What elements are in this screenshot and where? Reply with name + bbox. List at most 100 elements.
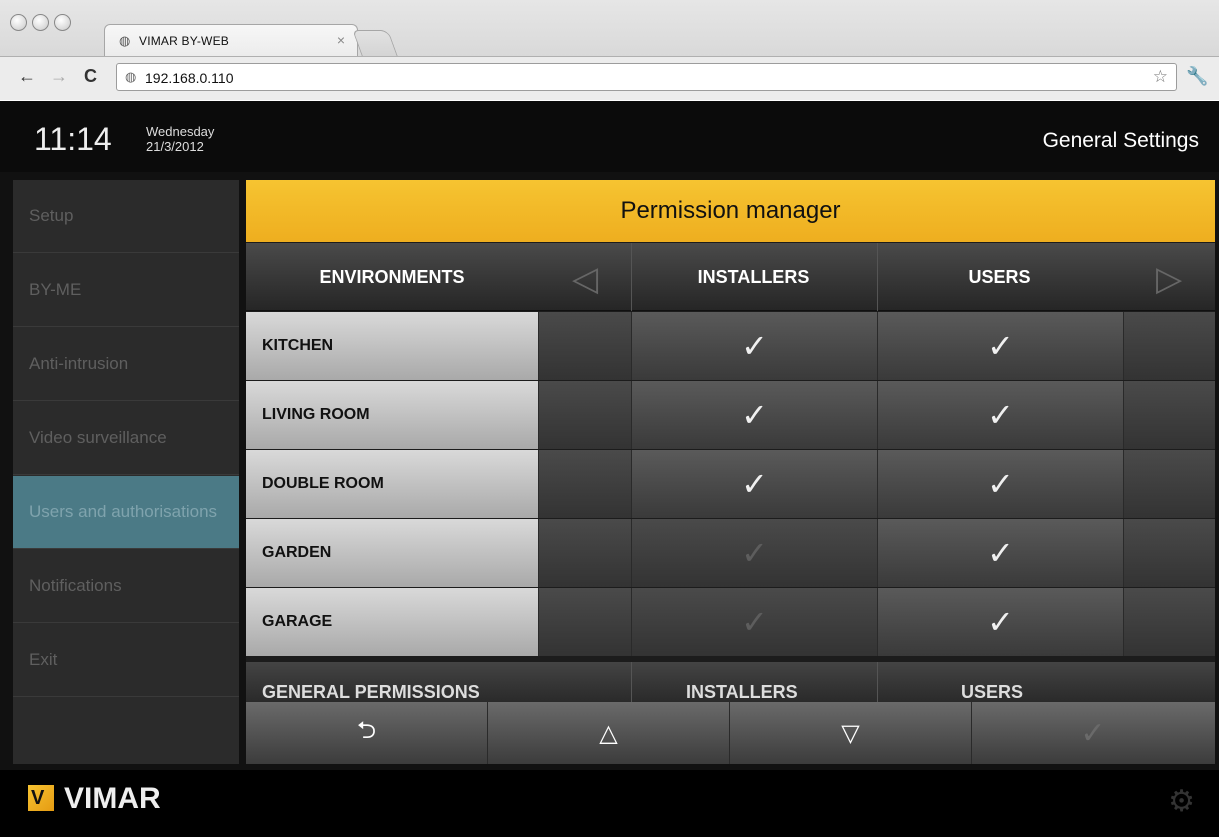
weekday: Wednesday [146, 124, 215, 139]
users-permission-toggle[interactable]: ✓ [877, 519, 1123, 587]
permission-panel: Permission manager ENVIRONMENTS ◁ INSTAL… [246, 180, 1215, 764]
prev-columns-icon[interactable]: ◁ [572, 259, 598, 299]
browser-tab[interactable]: ◍ VIMAR BY-WEB × [104, 24, 358, 56]
action-bar: ⮌ △ ▽ ✓ [246, 702, 1215, 764]
minimize-window-button[interactable] [32, 14, 49, 31]
installers-permission-toggle[interactable]: ✓ [631, 381, 877, 449]
general-permissions-label: GENERAL PERMISSIONS [262, 682, 480, 702]
close-tab-icon[interactable]: × [337, 32, 345, 48]
reload-icon[interactable]: C [84, 66, 97, 87]
installers-permission-toggle[interactable]: ✓ [631, 312, 877, 380]
address-bar[interactable]: ◍ 192.168.0.110 ☆ [116, 63, 1177, 91]
row-label: DOUBLE ROOM [246, 450, 538, 518]
table-row: GARAGE ✓ ✓ [246, 588, 1215, 656]
down-triangle-icon: ▽ [841, 719, 860, 747]
forward-icon[interactable]: → [50, 66, 68, 87]
url-text: 192.168.0.110 [145, 70, 234, 86]
check-icon: ✓ [1080, 716, 1106, 750]
browser-chrome: ◍ VIMAR BY-WEB × ← → C ◍ 192.168.0.110 ☆… [0, 0, 1219, 100]
scroll-down-button[interactable]: ▽ [730, 702, 972, 764]
vimar-logo-icon: V [28, 785, 54, 811]
users-permission-toggle[interactable]: ✓ [877, 312, 1123, 380]
panel-title: Permission manager [246, 180, 1215, 242]
empty-cell [538, 519, 631, 587]
new-tab-button[interactable] [352, 30, 398, 56]
brand-name: VIMAR [64, 782, 161, 815]
close-window-button[interactable] [10, 14, 27, 31]
top-bar: 11:14 Wednesday 21/3/2012 General Settin… [0, 101, 1219, 172]
general-installers-label: INSTALLERS [686, 682, 798, 702]
page-title: General Settings [1042, 129, 1199, 152]
check-icon: ✓ [741, 328, 768, 364]
sidebar-item-label: Notifications [29, 576, 122, 595]
table-row: LIVING ROOM ✓ ✓ [246, 381, 1215, 449]
confirm-button[interactable]: ✓ [972, 702, 1214, 764]
users-permission-toggle[interactable]: ✓ [877, 381, 1123, 449]
installers-permission-toggle[interactable]: ✓ [631, 450, 877, 518]
users-permission-toggle[interactable]: ✓ [877, 450, 1123, 518]
check-icon: ✓ [741, 604, 768, 640]
col-environments: ENVIRONMENTS [319, 266, 465, 287]
check-icon: ✓ [741, 535, 768, 571]
table-row: KITCHEN ✓ ✓ [246, 312, 1215, 380]
table-row: GARDEN ✓ ✓ [246, 519, 1215, 587]
sidebar-item-label: Exit [29, 650, 58, 669]
divider [631, 662, 632, 702]
empty-cell [1123, 312, 1215, 380]
sidebar-item-label: BY-ME [29, 280, 82, 299]
globe-icon: ◍ [125, 69, 137, 84]
sidebar: Setup BY-ME Anti-intrusion Video surveil… [13, 180, 239, 764]
sidebar-item-label: Anti-intrusion [29, 354, 129, 373]
installers-permission-toggle[interactable]: ✓ [631, 519, 877, 587]
col-users: USERS [968, 266, 1031, 287]
browser-toolbar: ← → C ◍ 192.168.0.110 ☆ 🔧 [0, 56, 1219, 100]
empty-cell [538, 381, 631, 449]
check-icon: ✓ [987, 604, 1014, 640]
up-triangle-icon: △ [599, 719, 618, 747]
bottom-bar: V VIMAR ⚙ [0, 770, 1219, 837]
zoom-window-button[interactable] [54, 14, 71, 31]
app: 11:14 Wednesday 21/3/2012 General Settin… [0, 101, 1219, 837]
column-headers: ENVIRONMENTS ◁ INSTALLERS USERS ▷ [246, 243, 1215, 311]
sidebar-item-label: Setup [29, 206, 74, 225]
tab-title: VIMAR BY-WEB [139, 34, 229, 48]
sidebar-item-setup[interactable]: Setup [13, 180, 239, 253]
sidebar-item-anti-intrusion[interactable]: Anti-intrusion [13, 328, 239, 401]
gear-icon[interactable]: ⚙ [1168, 784, 1195, 819]
check-icon: ✓ [987, 466, 1014, 502]
back-arrow-icon: ⮌ [356, 716, 377, 744]
sidebar-item-video-surveillance[interactable]: Video surveillance [13, 402, 239, 475]
back-icon[interactable]: ← [18, 66, 36, 87]
back-button[interactable]: ⮌ [246, 702, 488, 764]
divider [877, 662, 878, 702]
check-icon: ✓ [741, 397, 768, 433]
table-row: DOUBLE ROOM ✓ ✓ [246, 450, 1215, 518]
sidebar-item-exit[interactable]: Exit [13, 624, 239, 697]
sidebar-item-by-me[interactable]: BY-ME [13, 254, 239, 327]
empty-cell [1123, 381, 1215, 449]
next-columns-icon[interactable]: ▷ [1156, 259, 1182, 299]
sidebar-item-users-authorisations[interactable]: Users and authorisations [13, 476, 239, 549]
users-permission-toggle[interactable]: ✓ [877, 588, 1123, 656]
date: 21/3/2012 [146, 139, 204, 154]
empty-cell [538, 588, 631, 656]
empty-cell [538, 312, 631, 380]
installers-permission-toggle[interactable]: ✓ [631, 588, 877, 656]
general-users-label: USERS [961, 682, 1024, 702]
sidebar-item-label: Video surveillance [29, 428, 167, 447]
sidebar-item-label: Users and authorisations [29, 502, 218, 521]
row-label: KITCHEN [246, 312, 538, 380]
check-icon: ✓ [741, 466, 768, 502]
bookmark-star-icon[interactable]: ☆ [1153, 67, 1168, 87]
row-label: LIVING ROOM [246, 381, 538, 449]
sidebar-item-notifications[interactable]: Notifications [13, 550, 239, 623]
empty-cell [1123, 588, 1215, 656]
globe-icon: ◍ [119, 33, 131, 48]
general-permissions-header: GENERAL PERMISSIONS INSTALLERS USERS [246, 662, 1215, 702]
wrench-icon[interactable]: 🔧 [1186, 66, 1208, 87]
scroll-up-button[interactable]: △ [488, 702, 730, 764]
check-icon: ✓ [987, 328, 1014, 364]
empty-cell [538, 450, 631, 518]
row-label: GARAGE [246, 588, 538, 656]
check-icon: ✓ [987, 397, 1014, 433]
